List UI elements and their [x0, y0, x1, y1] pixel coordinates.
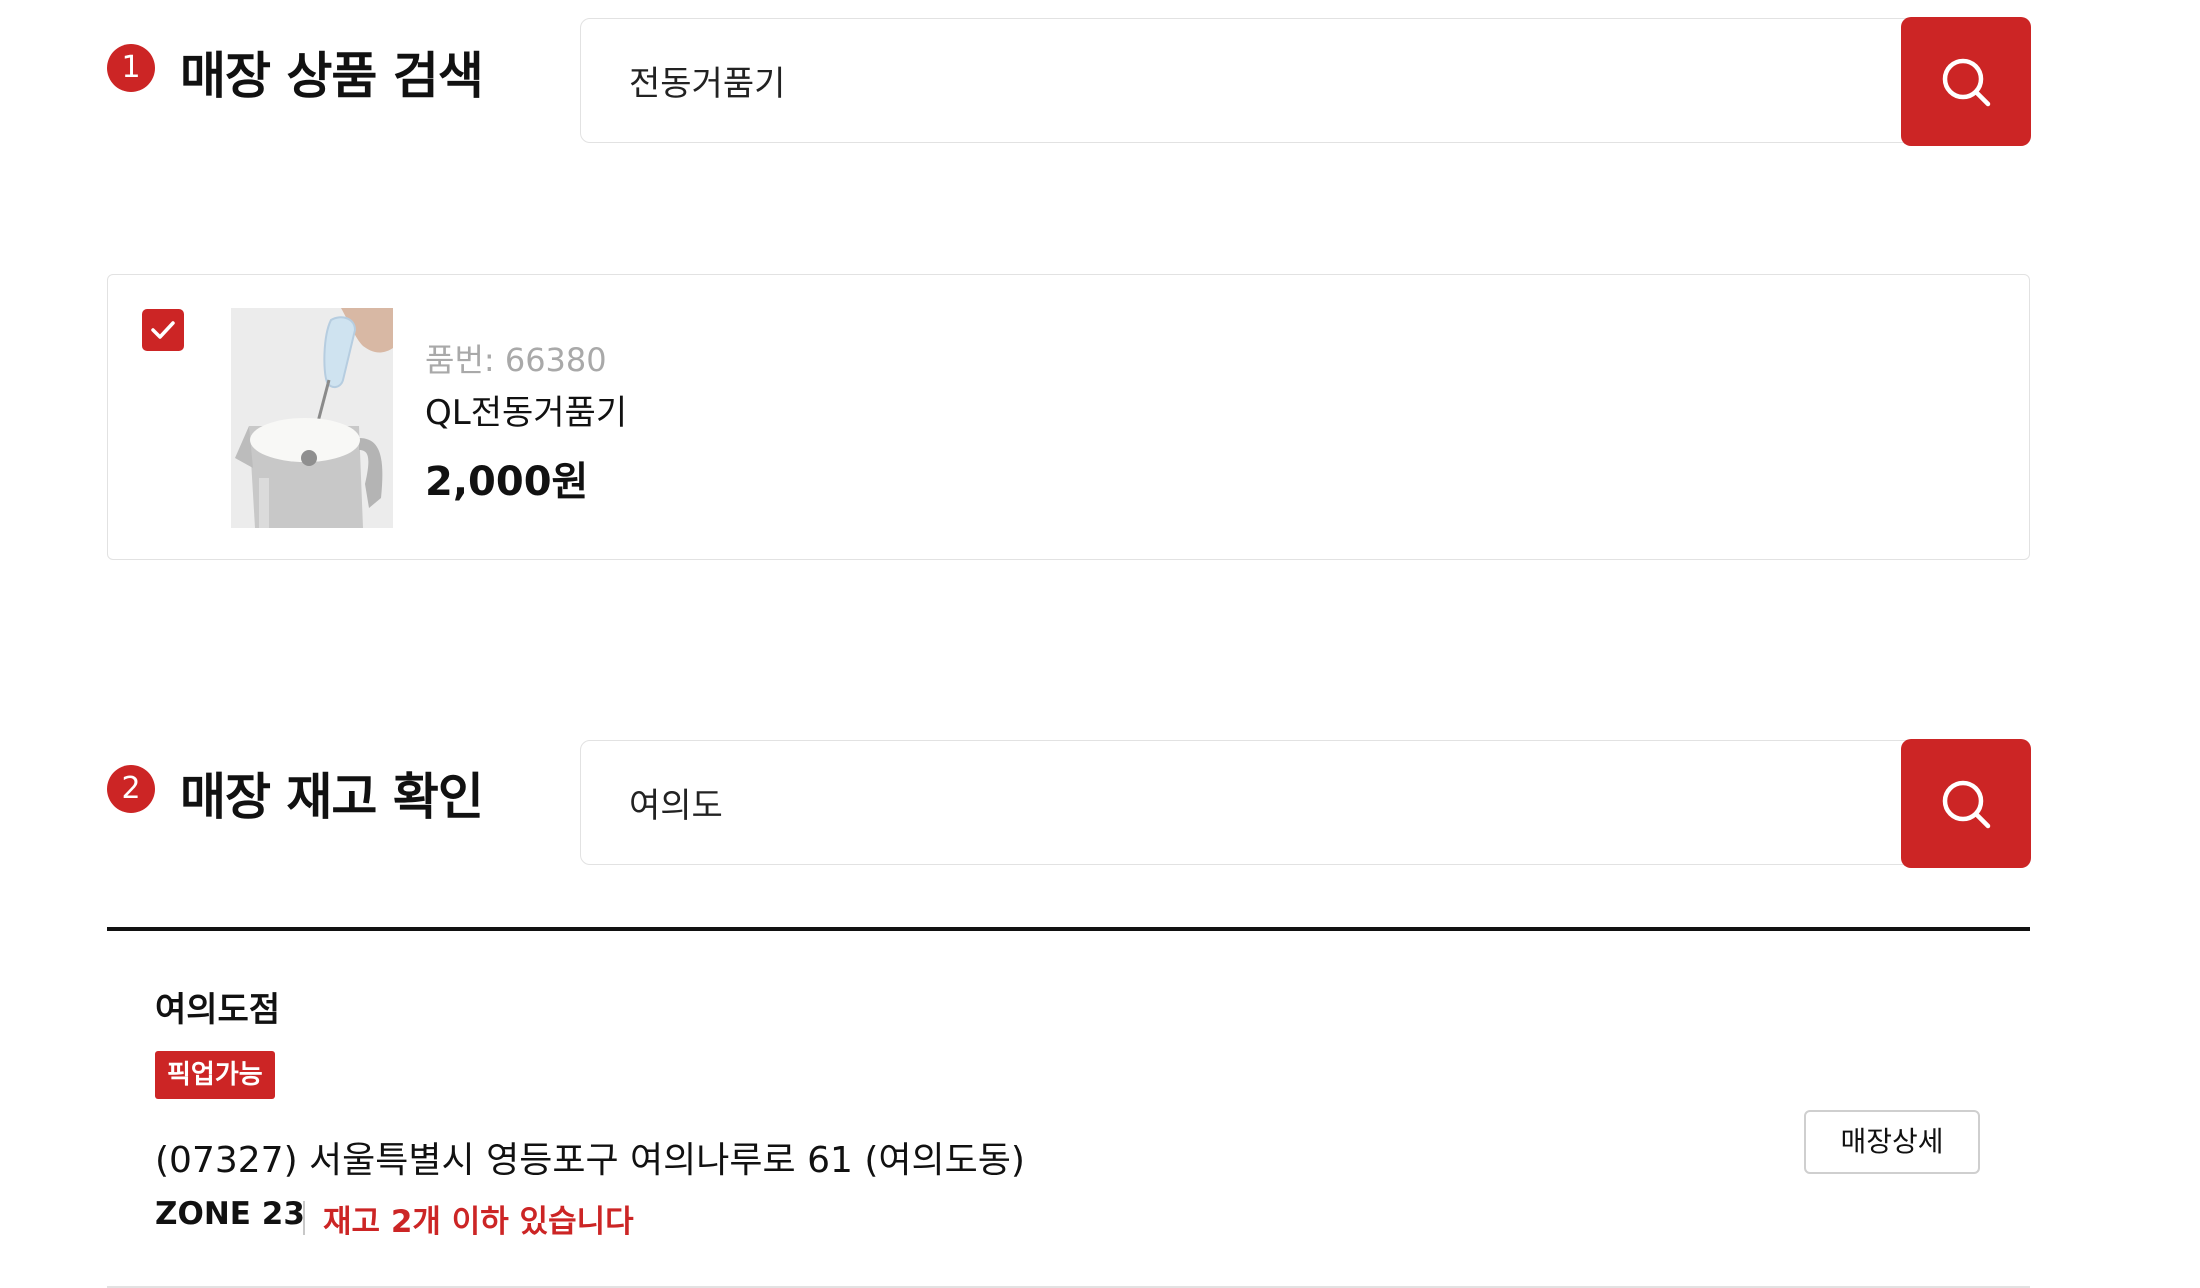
store-search-button[interactable] [1901, 739, 2031, 868]
search-icon [1942, 58, 1991, 107]
stock-check-title: 매장 재고 확인 [180, 768, 484, 826]
store-search-bar [580, 739, 2031, 868]
store-zone: ZONE 23 [155, 1196, 305, 1232]
store-address: (07327) 서울특별시 영등포구 여의나루로 61 (여의도동) [155, 1140, 1025, 1181]
step-number-1: 1 [107, 44, 155, 92]
results-divider [107, 927, 2030, 931]
step-number-2: 2 [107, 765, 155, 813]
store-name: 여의도점 [155, 990, 281, 1030]
product-search-bar [580, 17, 2031, 146]
pickup-available-badge: 픽업가능 [155, 1051, 275, 1099]
product-name[interactable]: QL전동거품기 [425, 385, 627, 434]
search-icon [1942, 780, 1991, 829]
product-card[interactable]: 품번: 66380 QL전동거품기 2,000원 [107, 274, 2030, 560]
product-price: 2,000원 [425, 459, 589, 505]
product-thumbnail [231, 308, 393, 528]
store-search-input[interactable] [629, 741, 1829, 864]
stock-status: 재고 2개 이하 있습니다 [323, 1204, 634, 1240]
product-code: 품번: 66380 [425, 341, 607, 379]
product-search-title: 매장 상품 검색 [180, 47, 484, 105]
zone-separator [303, 1201, 305, 1235]
product-select-checkbox[interactable] [142, 309, 184, 351]
checkmark-icon [151, 321, 175, 339]
product-search-button[interactable] [1901, 17, 2031, 146]
product-search-input[interactable] [629, 19, 1829, 142]
store-detail-button[interactable]: 매장상세 [1804, 1110, 1980, 1174]
